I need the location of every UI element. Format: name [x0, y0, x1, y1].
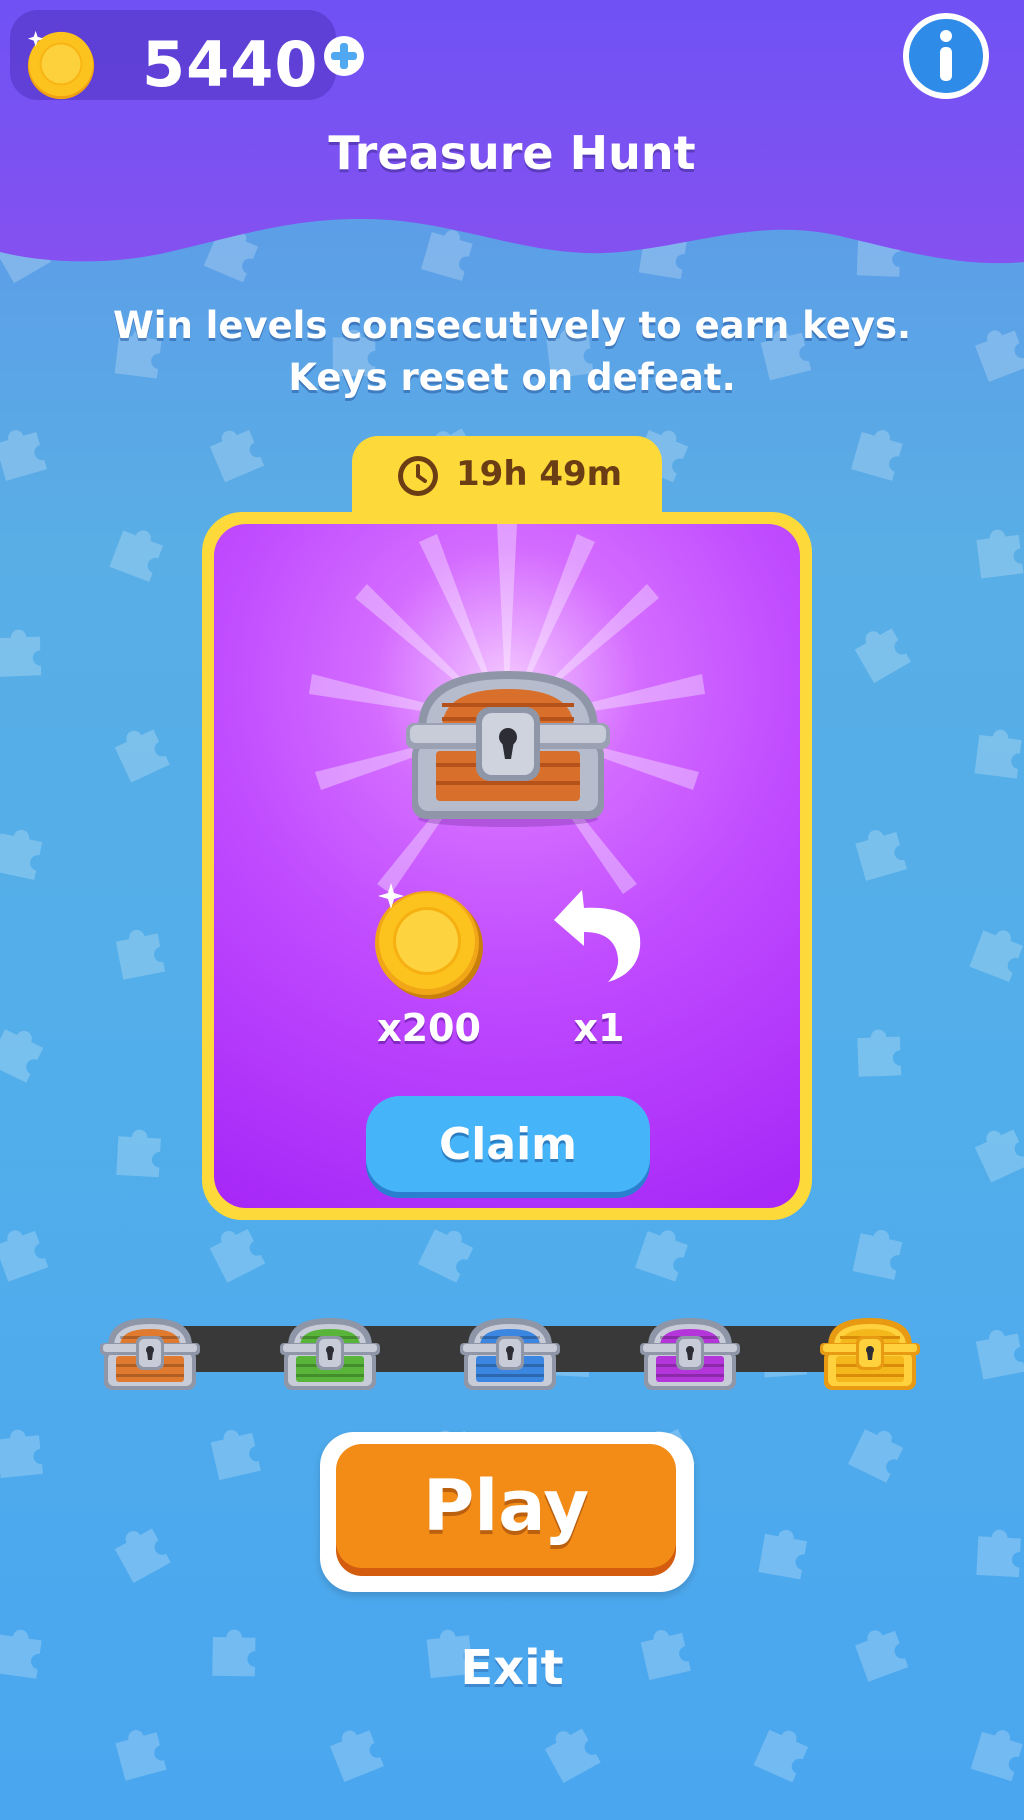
puzzle-piece-icon [840, 1410, 918, 1488]
puzzle-piece-icon [0, 413, 55, 485]
puzzle-piece-icon [199, 1414, 269, 1484]
puzzle-piece-icon [967, 717, 1024, 782]
puzzle-piece-icon [198, 1813, 269, 1820]
info-button[interactable] [902, 12, 990, 100]
puzzle-piece-icon [843, 813, 915, 885]
puzzle-piece-icon [960, 1110, 1024, 1187]
orange-chest-icon [100, 1318, 200, 1390]
description-line-2: Keys reset on defeat. [288, 356, 736, 399]
puzzle-piece-icon [969, 1519, 1024, 1580]
blue-chest-icon [460, 1318, 560, 1390]
puzzle-piece-icon [0, 1212, 56, 1286]
coin-balance-pill: 5440 [10, 10, 336, 101]
time-remaining: 19h 49m [456, 454, 623, 494]
add-coins-button[interactable] [322, 34, 366, 78]
puzzle-piece-icon [416, 1816, 482, 1820]
silver-chest-icon [406, 671, 610, 827]
puzzle-piece-icon [0, 1811, 57, 1820]
undo-reward-amount: x1 [573, 1006, 625, 1050]
clock-icon [398, 456, 438, 496]
reward-coin-icon [375, 883, 483, 999]
description-line-1: Win levels consecutively to earn keys. [112, 304, 912, 347]
puzzle-piece-icon [195, 1210, 273, 1288]
puzzle-piece-icon [530, 1710, 609, 1789]
event-description: Win levels consecutively to earn keys. K… [0, 300, 1024, 404]
puzzle-piece-icon [965, 1315, 1024, 1383]
puzzle-piece-icon [0, 1010, 58, 1088]
puzzle-piece-icon [105, 915, 173, 983]
play-button[interactable]: Play [336, 1444, 676, 1568]
puzzle-piece-icon [102, 512, 177, 587]
puzzle-piece-icon [0, 815, 53, 884]
reward-card: x200 x1 Claim [202, 512, 812, 1220]
puzzle-piece-icon [410, 1210, 488, 1288]
page-title: Treasure Hunt [328, 126, 696, 180]
gold-chest-icon [820, 1318, 920, 1390]
puzzle-piece-icon [849, 1019, 909, 1079]
puzzle-piece-icon [750, 1515, 817, 1582]
claim-button[interactable]: Claim [366, 1096, 650, 1192]
exit-button[interactable]: Exit [0, 1640, 1024, 1696]
play-button-frame: Play [320, 1432, 694, 1592]
puzzle-piece-icon [316, 1711, 392, 1787]
puzzle-piece-icon [963, 1713, 1024, 1785]
purple-chest-icon [640, 1318, 740, 1390]
puzzle-piece-icon [0, 619, 49, 679]
puzzle-piece-icon [839, 609, 918, 688]
puzzle-piece-icon [103, 1713, 174, 1784]
puzzle-piece-icon [196, 411, 272, 487]
puzzle-piece-icon [100, 1510, 179, 1589]
coin-balance: 5440 [142, 28, 319, 101]
puzzle-piece-icon [746, 1711, 823, 1788]
green-chest-icon [280, 1318, 380, 1390]
puzzle-piece-icon [109, 1119, 170, 1180]
coin-icon [27, 30, 95, 100]
puzzle-piece-icon [627, 1212, 701, 1286]
puzzle-piece-icon [0, 1417, 51, 1481]
puzzle-piece-icon [843, 413, 915, 485]
reward-card-inner: x200 x1 Claim [214, 524, 800, 1208]
undo-icon [554, 890, 641, 982]
header: 5440 Treasure Hunt [0, 0, 1024, 290]
puzzle-piece-icon [100, 710, 177, 787]
puzzle-piece-icon [845, 1215, 914, 1284]
puzzle-piece-icon [962, 912, 1024, 987]
coin-reward-amount: x200 [377, 1006, 481, 1050]
puzzle-piece-icon [967, 517, 1024, 582]
